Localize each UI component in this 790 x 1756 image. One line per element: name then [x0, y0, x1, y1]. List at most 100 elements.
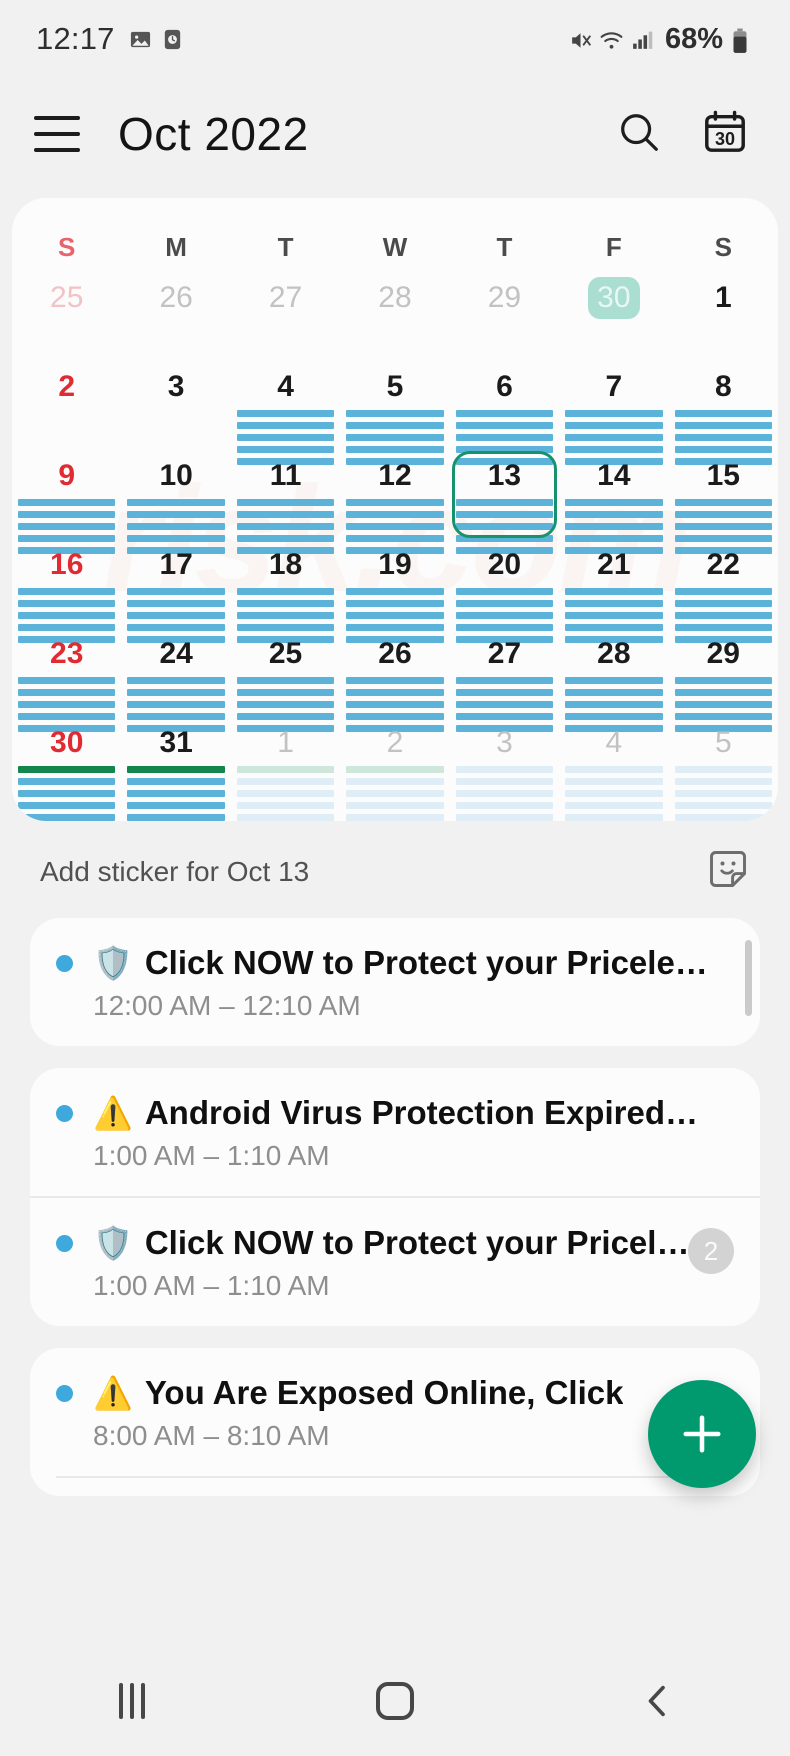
calendar-day-cell[interactable]: 18	[231, 540, 340, 629]
calendar-day-number: 29	[697, 633, 749, 675]
calendar-day-cell[interactable]: 9	[12, 451, 121, 540]
event-bar	[456, 778, 553, 785]
event-card[interactable]: ⚠️Android Virus Protection Expired…1:00 …	[30, 1068, 760, 1326]
event-divider	[56, 1476, 734, 1478]
day-event-bars	[18, 766, 115, 821]
calendar-day-cell[interactable]: 25	[231, 629, 340, 718]
calendar-day-cell[interactable]: 3	[450, 718, 559, 807]
event-time: 12:00 AM – 12:10 AM	[93, 990, 734, 1022]
calendar-day-number: 5	[697, 722, 749, 764]
signal-icon	[630, 28, 653, 51]
calendar-day-cell[interactable]: 5	[340, 362, 449, 451]
back-icon[interactable]	[527, 1681, 790, 1721]
event-bar	[346, 778, 443, 785]
event-list-item[interactable]: 🛡️Click NOW to Protect your Pricele…12:0…	[30, 918, 760, 1046]
calendar-day-cell[interactable]: 24	[121, 629, 230, 718]
event-list-item[interactable]: 🛡️Click NOW to Protect your Pricel…1:00 …	[30, 1196, 760, 1326]
calendar-day-cell[interactable]: 2	[12, 362, 121, 451]
calendar-day-cell[interactable]: 14	[559, 451, 668, 540]
calendar-today-icon[interactable]: 30	[702, 109, 748, 160]
event-bar	[346, 802, 443, 809]
calendar-day-cell[interactable]: 25	[12, 273, 121, 362]
calendar-day-cell[interactable]: 3	[121, 362, 230, 451]
event-bar	[456, 612, 553, 619]
calendar-day-cell[interactable]: 16	[12, 540, 121, 629]
home-icon[interactable]	[263, 1682, 526, 1720]
calendar-day-cell[interactable]: 30	[12, 718, 121, 807]
calendar-day-cell[interactable]: 1	[669, 273, 778, 362]
day-event-bars	[237, 766, 334, 821]
recents-icon[interactable]	[0, 1683, 263, 1719]
clock-app-icon	[161, 28, 184, 51]
calendar-day-cell[interactable]: 7	[559, 362, 668, 451]
calendar-day-cell[interactable]: 17	[121, 540, 230, 629]
hamburger-menu-icon[interactable]	[34, 116, 80, 152]
image-icon	[129, 28, 152, 51]
calendar-day-cell[interactable]: 28	[559, 629, 668, 718]
calendar-day-cell[interactable]: 20	[450, 540, 559, 629]
calendar-day-cell[interactable]: 21	[559, 540, 668, 629]
event-bar	[18, 701, 115, 708]
calendar-day-cell[interactable]: 8	[669, 362, 778, 451]
page-title: Oct 2022	[118, 107, 309, 161]
calendar-day-cell[interactable]: 4	[559, 718, 668, 807]
event-bar	[565, 612, 662, 619]
event-card[interactable]: 🛡️Click NOW to Protect your Pricele…12:0…	[30, 918, 760, 1046]
calendar-day-cell[interactable]: 11	[231, 451, 340, 540]
calendar-day-cell[interactable]: 15	[669, 451, 778, 540]
event-bar	[18, 600, 115, 607]
add-sticker-row[interactable]: Add sticker for Oct 13	[0, 821, 790, 918]
event-bar	[237, 802, 334, 809]
scrollbar-thumb[interactable]	[745, 940, 752, 1016]
event-bar	[456, 677, 553, 684]
calendar-weeks[interactable]: 2526272829301234567891011121314151617181…	[12, 273, 778, 807]
warning-emoji: ⚠️	[93, 1377, 133, 1409]
plus-icon	[676, 1408, 728, 1460]
calendar-day-number: 13	[478, 455, 530, 497]
calendar-day-cell[interactable]: 28	[340, 273, 449, 362]
event-bar	[127, 778, 224, 785]
event-bar	[237, 612, 334, 619]
calendar-day-cell[interactable]: 5	[669, 718, 778, 807]
event-bar	[675, 422, 772, 429]
calendar-day-cell[interactable]: 4	[231, 362, 340, 451]
calendar-day-cell[interactable]: 6	[450, 362, 559, 451]
calendar-day-cell[interactable]: 10	[121, 451, 230, 540]
event-bar	[346, 612, 443, 619]
calendar-day-cell[interactable]: 1	[231, 718, 340, 807]
event-bar	[456, 511, 553, 518]
event-list-item[interactable]: ⚠️Android Virus Protection Expired…1:00 …	[30, 1068, 760, 1196]
calendar-day-cell[interactable]: 26	[121, 273, 230, 362]
calendar-day-cell[interactable]: 13	[450, 451, 559, 540]
calendar-day-number: 30	[588, 277, 640, 319]
calendar-grid[interactable]: risk.com SMTWTFS 25262728293012345678910…	[12, 198, 778, 821]
wifi-icon	[599, 28, 622, 51]
weekday-header-6: S	[669, 220, 778, 273]
event-bar	[675, 766, 772, 773]
calendar-day-cell[interactable]: 26	[340, 629, 449, 718]
calendar-day-cell[interactable]: 31	[121, 718, 230, 807]
calendar-day-cell[interactable]: 12	[340, 451, 449, 540]
event-bar	[456, 422, 553, 429]
calendar-day-cell[interactable]: 29	[450, 273, 559, 362]
calendar-day-cell[interactable]: 23	[12, 629, 121, 718]
event-bar	[675, 434, 772, 441]
calendar-day-cell[interactable]: 29	[669, 629, 778, 718]
calendar-day-cell[interactable]: 22	[669, 540, 778, 629]
calendar-day-number: 15	[697, 455, 749, 497]
calendar-day-cell[interactable]: 19	[340, 540, 449, 629]
calendar-day-cell[interactable]: 30	[559, 273, 668, 362]
event-bar	[675, 802, 772, 809]
search-icon[interactable]	[616, 109, 662, 160]
calendar-day-cell[interactable]: 2	[340, 718, 449, 807]
calendar-day-cell[interactable]: 27	[231, 273, 340, 362]
calendar-day-number: 1	[260, 722, 312, 764]
app-bar: Oct 2022 30	[0, 78, 790, 190]
add-event-fab[interactable]	[648, 1380, 756, 1488]
event-bar	[456, 766, 553, 773]
event-bar	[456, 434, 553, 441]
event-list-item[interactable]: ⚠️You Are Exposed Online, Click8:00 AM –…	[30, 1348, 760, 1476]
calendar-day-cell[interactable]: 27	[450, 629, 559, 718]
calendar-week-row: 2345678	[12, 362, 778, 451]
sticker-smiley-icon[interactable]	[706, 847, 750, 896]
